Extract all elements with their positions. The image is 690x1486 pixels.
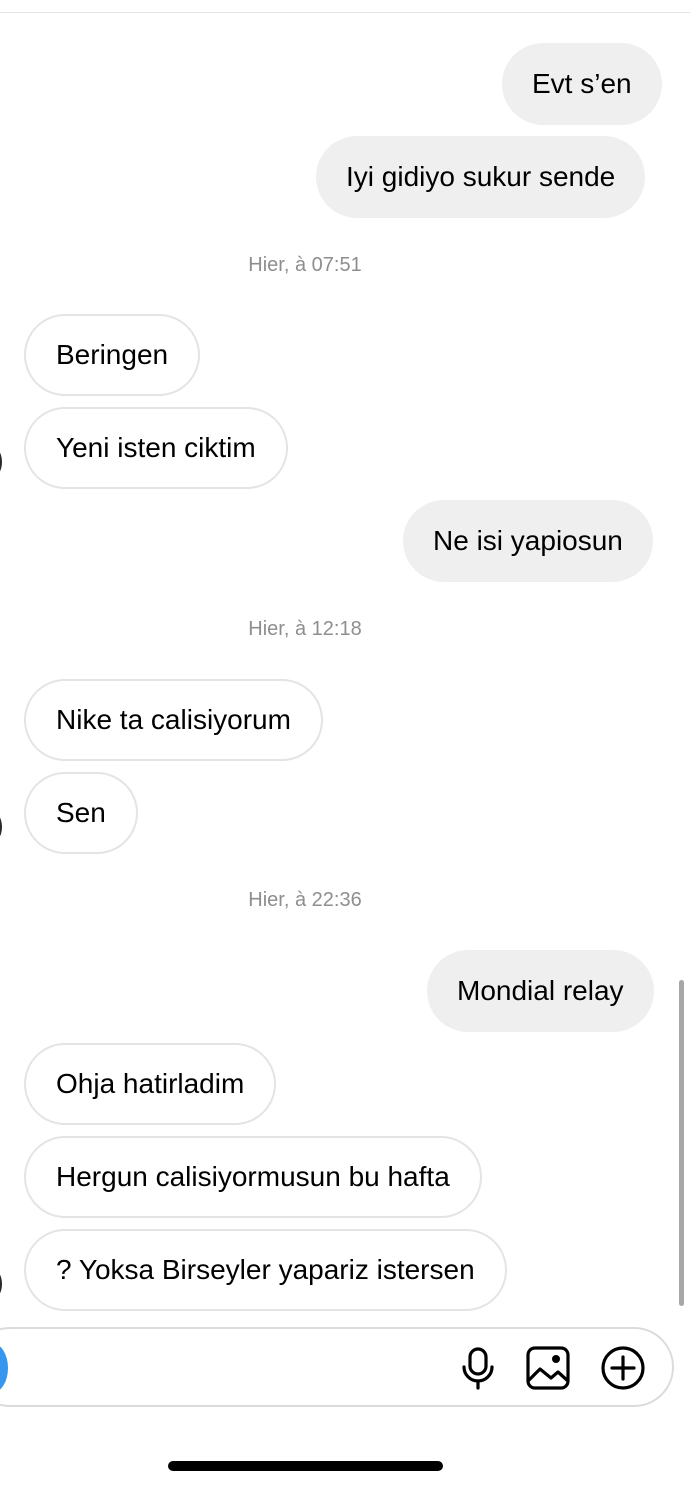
scrollbar-thumb[interactable] [679, 980, 684, 1306]
sender-avatar[interactable] [0, 812, 2, 842]
message-bubble-outgoing[interactable]: Iyi gidiyo sukur sende [316, 136, 646, 218]
message-bubble-incoming[interactable]: Ohja hatirladim [24, 1043, 277, 1125]
message-bubble-incoming[interactable]: ? Yoksa Birseyler yapariz istersen [24, 1229, 507, 1311]
timestamp-divider: Hier, à 22:36 [248, 889, 362, 911]
message-bubble-outgoing[interactable]: Evt s’en [502, 43, 662, 125]
microphone-icon[interactable] [455, 1345, 501, 1391]
sender-avatar[interactable] [0, 1269, 2, 1299]
message-bubble-incoming[interactable]: Beringen [24, 314, 201, 396]
message-bubble-outgoing[interactable]: Ne isi yapiosun [403, 500, 653, 582]
message-bubble-incoming[interactable]: Yeni isten ciktim [24, 407, 288, 489]
timestamp-divider: Hier, à 07:51 [248, 254, 362, 276]
plus-circle-icon[interactable] [600, 1345, 646, 1391]
message-bubble-incoming[interactable]: Hergun calisiyormusun bu hafta [24, 1136, 482, 1218]
message-bubble-incoming[interactable]: Sen [24, 772, 138, 854]
message-bubble-incoming[interactable]: Nike ta calisiyorum [24, 679, 323, 761]
timestamp-divider: Hier, à 12:18 [248, 618, 362, 640]
sender-avatar[interactable] [0, 447, 2, 477]
message-composer[interactable] [0, 1327, 674, 1407]
message-bubble-outgoing[interactable]: Mondial relay [427, 950, 654, 1032]
header-divider [0, 12, 690, 13]
home-indicator[interactable] [168, 1461, 443, 1471]
gallery-icon[interactable] [525, 1345, 571, 1391]
